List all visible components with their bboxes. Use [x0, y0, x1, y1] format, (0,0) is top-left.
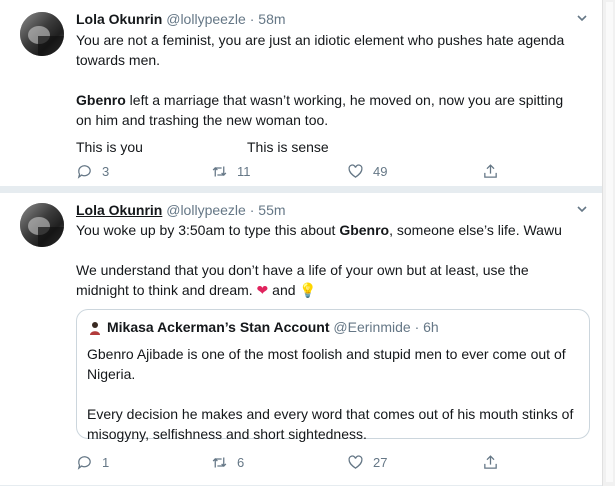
author-handle[interactable]: @lollypeezle [166, 202, 246, 218]
quote-avatar[interactable] [89, 321, 101, 335]
tweet-paragraph: You are not a feminist, you are just an … [76, 32, 565, 68]
share-button[interactable] [482, 163, 499, 180]
chevron-down-icon[interactable] [576, 12, 588, 24]
like-icon [348, 455, 363, 469]
separator: · [414, 319, 420, 335]
tweet-header: Lola Okunrin @lollypeezle · 55m [76, 202, 286, 218]
like-button[interactable]: 49 [347, 163, 387, 180]
share-icon [484, 455, 497, 469]
timestamp[interactable]: 55m [258, 202, 285, 218]
tweet-text: You are not a feminist, you are just an … [76, 30, 576, 130]
quote-author-handle[interactable]: @Eerinmide [333, 319, 410, 335]
caption-right: This is sense [247, 139, 329, 155]
quote-author-name[interactable]: Mikasa Ackerman’s Stan Account [107, 319, 330, 335]
author-name[interactable]: Lola Okunrin [76, 202, 162, 218]
tweet-header: Lola Okunrin @lollypeezle · 58m [76, 11, 286, 27]
text-pre: You woke up by 3:50am to type this about [76, 222, 340, 238]
reply-button[interactable]: 1 [76, 454, 109, 471]
action-bar: 1 6 27 [76, 454, 526, 474]
quoted-tweet[interactable]: Mikasa Ackerman’s Stan Account @Eerinmid… [76, 309, 590, 442]
scrollbar-thumb[interactable] [606, 2, 613, 482]
tweet-1[interactable]: Lola Okunrin @lollypeezle · 58m You are … [0, 0, 602, 187]
text-post: , someone else’s life. Wawu [389, 222, 562, 238]
scrollbar[interactable] [602, 0, 615, 486]
reply-count: 1 [102, 455, 110, 470]
tweet-2[interactable]: Lola Okunrin @lollypeezle · 55m You woke… [0, 192, 602, 486]
like-icon [348, 164, 363, 178]
tweet-paragraph: You woke up by 3:50am to type this about… [76, 220, 576, 240]
like-count: 49 [373, 164, 388, 179]
lightbulb-emoji: 💡 [299, 282, 317, 298]
timestamp[interactable]: 58m [258, 11, 285, 27]
quote-paragraph: Every decision he makes and every word t… [87, 406, 574, 442]
avatar[interactable] [20, 12, 64, 56]
retweet-count: 11 [237, 164, 251, 179]
quote-paragraph: Gbenro Ajibade is one of the most foolis… [87, 346, 566, 382]
text-and: and [268, 282, 300, 298]
action-bar: 3 11 49 [76, 163, 526, 183]
retweet-button[interactable]: 6 [211, 454, 244, 471]
tweet-paragraph: Gbenro left a marriage that wasn’t worki… [76, 90, 576, 130]
retweet-icon [212, 457, 227, 468]
quote-header: Mikasa Ackerman’s Stan Account @Eerinmid… [107, 319, 439, 335]
reply-icon [77, 165, 91, 179]
quote-text: Gbenro Ajibade is one of the most foolis… [87, 344, 577, 444]
mention-gbenro: Gbenro [76, 92, 126, 108]
share-icon [484, 164, 497, 178]
share-button[interactable] [482, 454, 499, 471]
quote-timestamp: 6h [423, 319, 439, 335]
retweet-icon [212, 166, 227, 177]
tweet-paragraph-rest: left a marriage that wasn’t working, he … [76, 92, 564, 128]
reply-count: 3 [102, 164, 110, 179]
heart-emoji: ❤ [256, 282, 269, 298]
author-handle[interactable]: @lollypeezle [166, 11, 246, 27]
retweet-button[interactable]: 11 [211, 163, 251, 180]
tweet-paragraph: We understand that you don’t have a life… [76, 260, 546, 300]
caption-left: This is you [76, 139, 143, 155]
like-button[interactable]: 27 [347, 454, 387, 471]
separator: · [249, 11, 255, 27]
mention-gbenro: Gbenro [339, 222, 390, 238]
author-name[interactable]: Lola Okunrin [76, 11, 162, 27]
reply-button[interactable]: 3 [76, 163, 109, 180]
avatar[interactable] [20, 203, 64, 247]
like-count: 27 [373, 455, 388, 470]
reply-icon [77, 456, 91, 470]
separator: · [249, 202, 255, 218]
retweet-count: 6 [237, 455, 245, 470]
image-captions: This is you This is sense [76, 137, 576, 157]
tweet-text: You woke up by 3:50am to type this about… [76, 220, 576, 300]
chevron-down-icon[interactable] [576, 203, 588, 215]
